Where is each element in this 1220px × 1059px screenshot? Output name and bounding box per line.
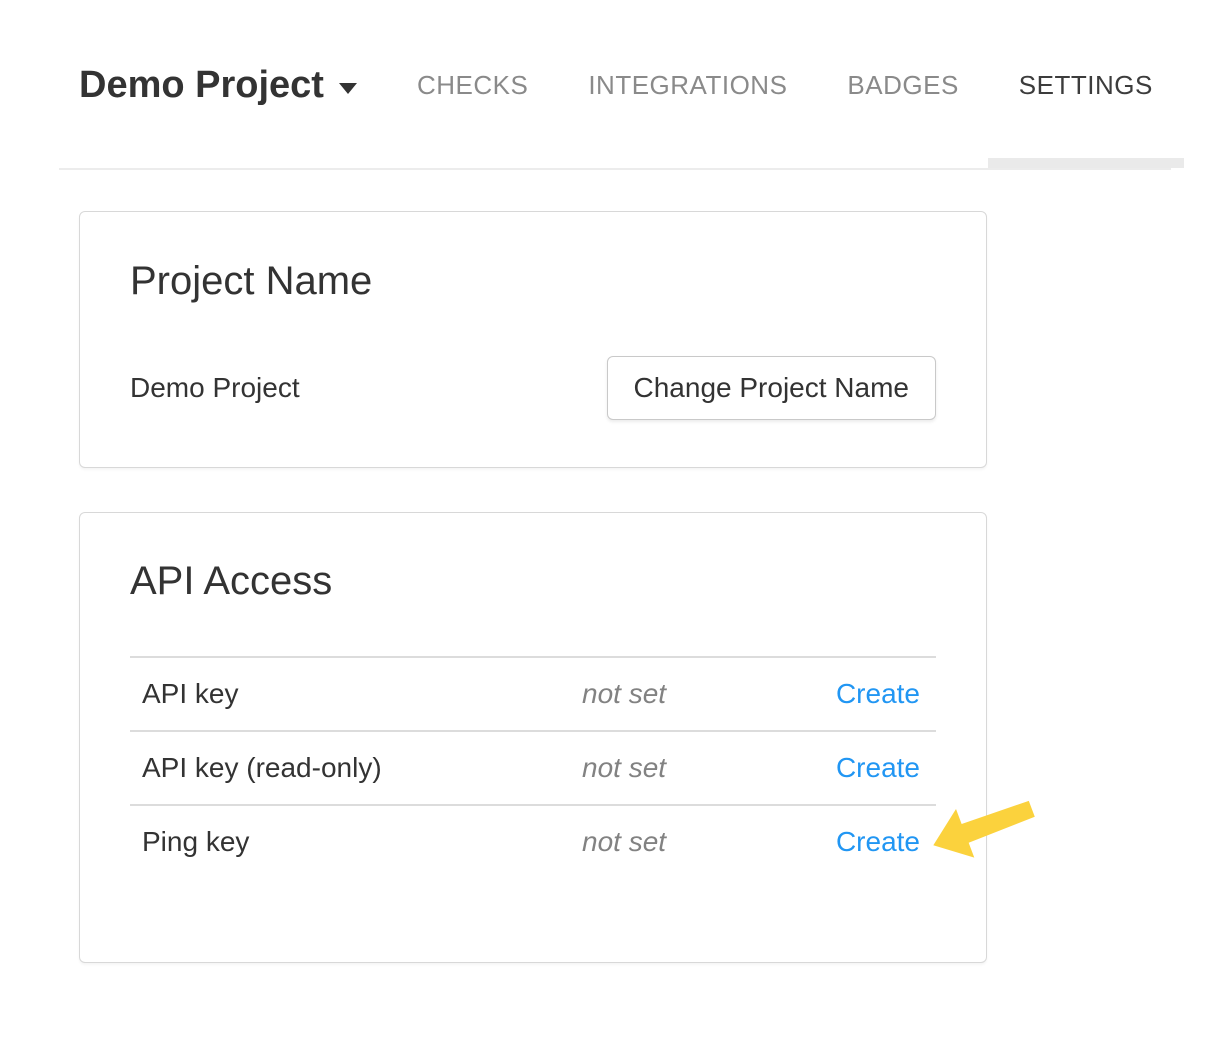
tab-badges[interactable]: BADGES <box>847 0 958 170</box>
create-api-key-readonly-link[interactable]: Create <box>836 752 920 783</box>
current-project-name: Demo Project <box>130 372 300 404</box>
api-key-row: API key not set Create <box>130 656 936 730</box>
ping-key-label: Ping key <box>130 826 582 858</box>
project-switcher-dropdown[interactable]: Demo Project <box>79 0 357 170</box>
tab-integrations[interactable]: INTEGRATIONS <box>588 0 787 170</box>
api-keys-table: API key not set Create API key (read-onl… <box>130 656 936 878</box>
api-key-value: not set <box>582 678 812 710</box>
create-api-key-link[interactable]: Create <box>836 678 920 709</box>
api-key-label: API key <box>130 678 582 710</box>
settings-active-tab-indicator <box>988 158 1184 168</box>
annotation-arrow-icon <box>928 790 1040 873</box>
tab-settings[interactable]: SETTINGS <box>1019 0 1153 170</box>
change-project-name-button[interactable]: Change Project Name <box>607 356 936 420</box>
page-header: Demo Project CHECKS INTEGRATIONS BADGES … <box>0 0 1220 170</box>
tab-badges-label: BADGES <box>847 70 958 101</box>
api-key-action-cell: Create <box>812 678 936 710</box>
project-switcher-label: Demo Project <box>79 64 324 107</box>
api-key-readonly-label: API key (read-only) <box>130 752 582 784</box>
ping-key-action-cell: Create <box>812 826 936 858</box>
api-key-readonly-action-cell: Create <box>812 752 936 784</box>
project-name-row: Demo Project Change Project Name <box>130 356 936 420</box>
api-key-readonly-value: not set <box>582 752 812 784</box>
api-access-card: API Access API key not set Create API ke… <box>79 512 987 963</box>
tab-checks-label: CHECKS <box>417 70 528 101</box>
chevron-down-icon <box>339 83 357 94</box>
tab-checks[interactable]: CHECKS <box>417 0 528 170</box>
tab-integrations-label: INTEGRATIONS <box>588 70 787 101</box>
api-access-card-title: API Access <box>130 558 936 604</box>
project-name-card: Project Name Demo Project Change Project… <box>79 211 987 468</box>
ping-key-row: Ping key not set Create <box>130 804 936 878</box>
tab-settings-label: SETTINGS <box>1019 70 1153 101</box>
api-key-readonly-row: API key (read-only) not set Create <box>130 730 936 804</box>
create-ping-key-link[interactable]: Create <box>836 826 920 857</box>
ping-key-value: not set <box>582 826 812 858</box>
header-divider <box>59 168 1171 170</box>
annotation-arrow-shape <box>928 790 1040 868</box>
top-nav: Demo Project CHECKS INTEGRATIONS BADGES … <box>79 0 1153 170</box>
project-name-card-title: Project Name <box>130 258 936 304</box>
